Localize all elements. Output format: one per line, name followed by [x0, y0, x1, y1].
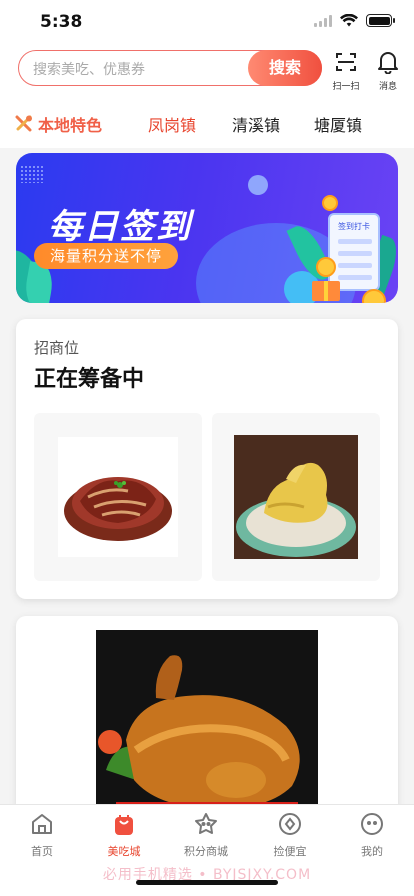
merchant-title: 正在筹备中: [34, 367, 145, 392]
status-bar: 5:38: [0, 0, 414, 44]
merchant-label: 招商位: [34, 339, 80, 357]
tab-points-mall[interactable]: 积分商城: [176, 811, 236, 859]
tab-bargain[interactable]: 捡便宜: [260, 811, 320, 859]
banner-subtitle: 海量积分送不停: [34, 243, 179, 269]
search-placeholder: 搜索美吃、优惠券: [33, 62, 145, 78]
product-tile[interactable]: [212, 413, 380, 581]
banner-decoration-dots: [20, 165, 44, 183]
roast-chicken-photo: [96, 630, 318, 816]
tab-profile-label: 我的: [361, 845, 383, 858]
salt-baked-chicken-photo: [234, 435, 358, 559]
banner-decoration-bubble: [248, 175, 268, 195]
home-indicator[interactable]: [136, 880, 278, 885]
profile-face-icon: [361, 813, 383, 835]
checkin-phone-illustration: 签到打卡: [328, 213, 380, 291]
scan-label: 扫一扫: [332, 82, 360, 92]
tab-profile[interactable]: 我的: [342, 811, 402, 859]
tab-local-special-label: 本地特色: [38, 116, 103, 135]
message-label: 消息: [378, 82, 397, 92]
bell-icon: [378, 52, 398, 75]
tab-town-3[interactable]: 塘厦镇: [314, 112, 362, 136]
tab-points-mall-label: 积分商城: [184, 845, 228, 858]
tab-food-city-label: 美吃城: [107, 845, 141, 858]
scan-icon: [336, 53, 356, 71]
message-button[interactable]: 消息: [368, 50, 408, 92]
tab-town-2[interactable]: 清溪镇: [232, 112, 280, 136]
wifi-icon: [340, 14, 358, 27]
checkin-banner[interactable]: 每日签到 海量积分送不停 签到打卡: [16, 153, 398, 303]
coin-icon: [316, 257, 336, 277]
status-time: 5:38: [40, 12, 83, 32]
diamond-coupon-icon: [279, 813, 301, 835]
banner-title: 每日签到: [48, 207, 192, 247]
tab-local-special[interactable]: 本地特色: [14, 112, 102, 136]
tab-bargain-label: 捡便宜: [273, 845, 307, 858]
tab-town-1[interactable]: 凤岗镇: [148, 112, 196, 136]
phone-checkin-label: 签到打卡: [338, 222, 370, 231]
category-tabs: 本地特色 凤岗镇 清溪镇 塘厦镇: [0, 110, 414, 140]
search-button[interactable]: 搜索: [248, 50, 322, 86]
utensils-icon: [15, 115, 32, 132]
coin-icon: [322, 195, 338, 211]
shopping-bag-icon: [115, 815, 133, 835]
star-bag-icon: [195, 813, 217, 834]
product-card[interactable]: [16, 616, 398, 816]
braised-pork-photo: [58, 437, 178, 557]
signal-icon: [314, 14, 332, 27]
home-icon: [32, 814, 52, 834]
header: 搜索美吃、优惠券 搜索 扫一扫 消息 本地特色 凤岗镇 清溪镇 塘厦镇: [0, 44, 414, 148]
tab-food-city[interactable]: 美吃城: [94, 811, 154, 859]
status-icons: [314, 14, 395, 27]
search-input[interactable]: 搜索美吃、优惠券 搜索: [18, 50, 322, 86]
product-tile[interactable]: [34, 413, 202, 581]
tab-home-label: 首页: [31, 845, 53, 858]
merchant-card: 招商位 正在筹备中: [16, 319, 398, 599]
scan-button[interactable]: 扫一扫: [326, 50, 366, 92]
gift-icon: [312, 281, 340, 301]
battery-icon: [366, 14, 395, 27]
tab-home[interactable]: 首页: [12, 811, 72, 859]
